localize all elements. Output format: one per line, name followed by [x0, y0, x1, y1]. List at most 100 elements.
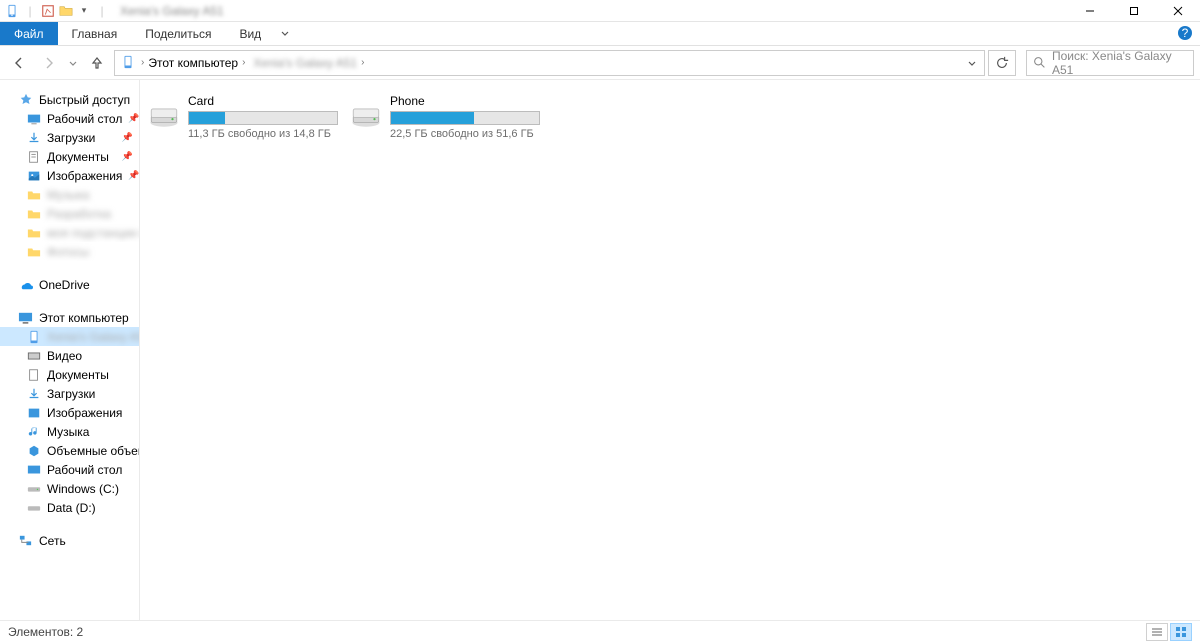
recent-dropdown-icon[interactable]: [66, 50, 80, 76]
ribbon-expand-icon[interactable]: [275, 22, 295, 44]
window-title: Xenia's Galaxy A51: [120, 4, 224, 18]
status-bar: Элементов: 2: [0, 620, 1200, 642]
qa-dropdown-icon[interactable]: ▾: [76, 3, 92, 19]
download-icon: [26, 130, 41, 145]
properties-icon[interactable]: [40, 3, 56, 19]
sidebar-item-documents[interactable]: Документы 📌: [0, 147, 139, 166]
sidebar-item-pc-images[interactable]: Изображения: [0, 403, 139, 422]
window-controls: [1068, 0, 1200, 22]
sidebar-item-video[interactable]: Видео: [0, 346, 139, 365]
drive-item-card[interactable]: Card 11,3 ГБ свободно из 14,8 ГБ: [146, 90, 342, 142]
phone-icon: [26, 329, 41, 344]
drive-name: Phone: [390, 94, 542, 108]
help-icon[interactable]: ?: [1174, 22, 1196, 44]
storage-fill: [391, 112, 474, 124]
item-count: Элементов: 2: [8, 625, 83, 639]
sidebar-item-images[interactable]: Изображения 📌: [0, 166, 139, 185]
back-button[interactable]: [6, 50, 32, 76]
title-bar: | ▾ | Xenia's Galaxy A51: [0, 0, 1200, 22]
sidebar-item-pinned[interactable]: Музыка: [0, 185, 139, 204]
sidebar-item-network[interactable]: Сеть: [0, 531, 139, 550]
pin-icon: 📌: [122, 132, 133, 143]
sidebar-item-pc-desktop[interactable]: Рабочий стол: [0, 460, 139, 479]
sidebar-item-downloads[interactable]: Загрузки 📌: [0, 128, 139, 147]
sidebar-label: Изображения: [47, 406, 122, 420]
onedrive-icon: [18, 277, 33, 292]
sidebar-label: Загрузки: [47, 131, 95, 145]
drive-icon: [146, 96, 182, 132]
folder-icon: [26, 206, 41, 221]
tab-share[interactable]: Поделиться: [131, 22, 225, 45]
sidebar-item-pc-downloads[interactable]: Загрузки: [0, 384, 139, 403]
crumb-device[interactable]: Xenia's Galaxy A51›: [249, 56, 368, 70]
maximize-button[interactable]: [1112, 0, 1156, 22]
view-icons-button[interactable]: [1170, 623, 1192, 641]
forward-button[interactable]: [36, 50, 62, 76]
pc-icon: [18, 310, 33, 325]
minimize-button[interactable]: [1068, 0, 1112, 22]
pictures-icon: [26, 168, 41, 183]
drive-name: Card: [188, 94, 340, 108]
close-button[interactable]: [1156, 0, 1200, 22]
documents-icon: [26, 367, 41, 382]
drive-item-phone[interactable]: Phone 22,5 ГБ свободно из 51,6 ГБ: [348, 90, 544, 142]
sidebar-item-quick-access[interactable]: Быстрый доступ: [0, 90, 139, 109]
sidebar-item-device[interactable]: Xenia's Galaxy A51: [0, 327, 139, 346]
sidebar-label: Видео: [47, 349, 82, 363]
folder-icon: [26, 225, 41, 240]
sidebar-label: Документы: [47, 368, 109, 382]
search-placeholder: Поиск: Xenia's Galaxy A51: [1052, 49, 1187, 77]
cube-icon: [26, 443, 41, 458]
sidebar-item-desktop[interactable]: Рабочий стол 📌: [0, 109, 139, 128]
tab-file[interactable]: Файл: [0, 22, 58, 45]
sidebar-item-pinned[interactable]: Разработка: [0, 204, 139, 223]
svg-text:?: ?: [1182, 26, 1189, 40]
search-icon: [1033, 56, 1046, 69]
pin-icon: 📌: [122, 151, 133, 162]
tab-home[interactable]: Главная: [58, 22, 132, 45]
sidebar-label: Объемные объекты: [47, 444, 139, 458]
sidebar-label: Data (D:): [47, 501, 96, 515]
documents-icon: [26, 149, 41, 164]
sidebar-label: Этот компьютер: [39, 311, 129, 325]
sidebar-item-3d[interactable]: Объемные объекты: [0, 441, 139, 460]
network-icon: [18, 533, 33, 548]
ribbon-tabs: Файл Главная Поделиться Вид ?: [0, 22, 1200, 46]
tab-view[interactable]: Вид: [225, 22, 275, 45]
view-details-button[interactable]: [1146, 623, 1168, 641]
sidebar-item-drive-d[interactable]: Data (D:): [0, 498, 139, 517]
search-input[interactable]: Поиск: Xenia's Galaxy A51: [1026, 50, 1194, 76]
music-icon: [26, 424, 41, 439]
quick-access-toolbar: | ▾ |: [0, 3, 110, 19]
star-icon: [18, 92, 33, 107]
drive-info: 11,3 ГБ свободно из 14,8 ГБ: [188, 128, 340, 140]
address-dropdown-icon[interactable]: [962, 51, 982, 75]
storage-bar: [188, 111, 338, 125]
main-area: Быстрый доступ Рабочий стол 📌 Загрузки 📌…: [0, 80, 1200, 620]
up-button[interactable]: [84, 50, 110, 76]
sidebar-label: Загрузки: [47, 387, 95, 401]
folder-icon: [26, 187, 41, 202]
breadcrumb[interactable]: › Этот компьютер› Xenia's Galaxy A51›: [114, 50, 985, 76]
drive-info: 22,5 ГБ свободно из 51,6 ГБ: [390, 128, 542, 140]
sidebar-item-pinned[interactable]: моя подстанции qa: [0, 223, 139, 242]
pictures-icon: [26, 405, 41, 420]
sidebar-item-onedrive[interactable]: OneDrive: [0, 275, 139, 294]
sidebar-label: Музыка: [47, 425, 89, 439]
refresh-button[interactable]: [988, 50, 1016, 76]
new-folder-icon[interactable]: [58, 3, 74, 19]
sidebar-item-drive-c[interactable]: Windows (C:): [0, 479, 139, 498]
sidebar-item-pinned[interactable]: Фотосы: [0, 242, 139, 261]
divider: |: [22, 3, 38, 19]
sidebar-item-this-pc[interactable]: Этот компьютер: [0, 308, 139, 327]
sidebar-item-pc-documents[interactable]: Документы: [0, 365, 139, 384]
desktop-icon: [26, 462, 41, 477]
address-bar: › Этот компьютер› Xenia's Galaxy A51› По…: [0, 46, 1200, 80]
phone-device-icon: [121, 55, 137, 71]
sidebar-item-music[interactable]: Музыка: [0, 422, 139, 441]
content-pane: Card 11,3 ГБ свободно из 14,8 ГБ Phone 2…: [140, 80, 1200, 620]
storage-bar: [390, 111, 540, 125]
crumb-this-pc[interactable]: Этот компьютер›: [144, 56, 249, 70]
sidebar-label: Документы: [47, 150, 109, 164]
drive-icon: [26, 481, 41, 496]
